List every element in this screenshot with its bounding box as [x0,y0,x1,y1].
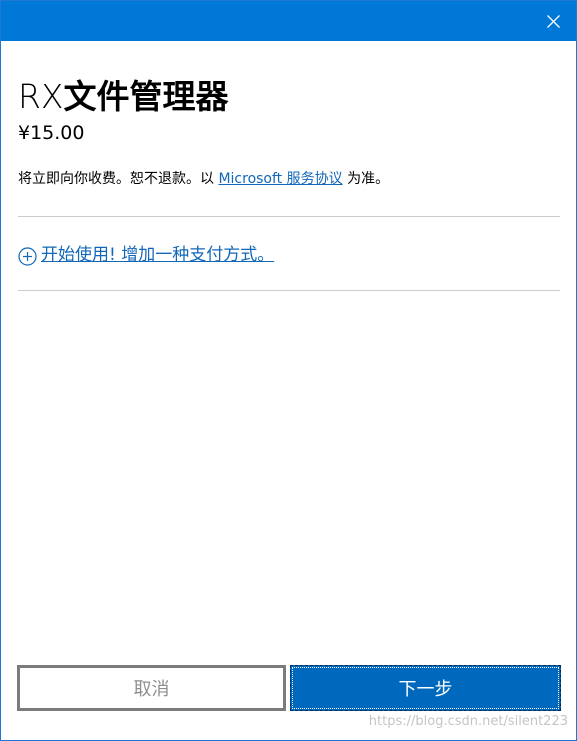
notice-text-after: 为准。 [342,171,390,187]
title-bar [1,1,576,41]
plus-circle-icon [18,246,37,266]
cancel-button-label: 取消 [133,679,170,700]
add-payment-label: 开始使用! 增加一种支付方式。 [41,245,275,265]
watermark: https://blog.csdn.net/silent223 [368,714,568,729]
divider-bottom [18,290,560,291]
next-button-label: 下一步 [398,679,453,700]
product-price: ¥15.00 [18,122,85,144]
notice-text-before: 将立即向你收费。恕不退款。以 [18,171,219,187]
product-title-latin: RX [18,77,64,116]
cancel-button[interactable]: 取消 [17,665,286,711]
product-title: RX文件管理器 [18,75,229,119]
product-title-cjk: 文件管理器 [63,77,229,116]
next-button[interactable]: 下一步 [290,665,561,711]
add-payment-method-link[interactable]: 开始使用! 增加一种支付方式。 [18,243,274,267]
close-button[interactable] [530,1,576,41]
close-icon [546,14,560,28]
service-agreement-link[interactable]: Microsoft 服务协议 [218,171,342,187]
purchase-dialog: RX文件管理器 ¥15.00 将立即向你收费。恕不退款。以 Microsoft … [0,0,577,741]
divider-top [18,216,560,217]
refund-notice: 将立即向你收费。恕不退款。以 Microsoft 服务协议 为准。 [18,169,389,189]
